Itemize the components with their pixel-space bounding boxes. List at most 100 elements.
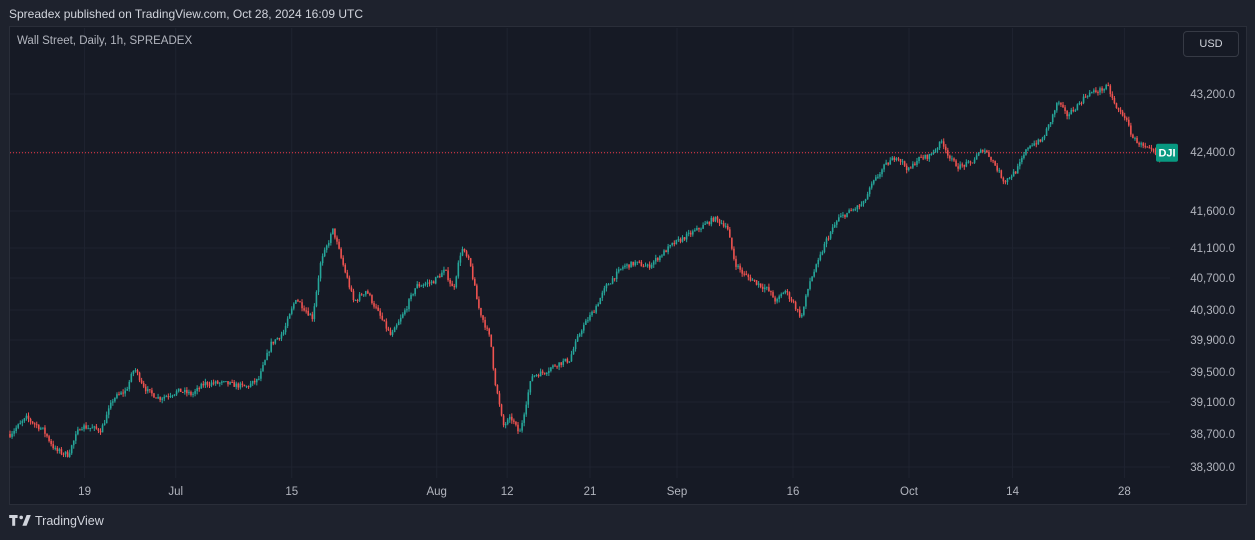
candle-body [971, 162, 974, 164]
candle-body [739, 265, 741, 270]
candle-body [54, 447, 57, 449]
candle-body [981, 150, 984, 152]
x-tick-label: 19 [78, 486, 91, 498]
price-chart[interactable]: 43,200.0 42,400.0 41,600.0 41,100.0 40,700.0… [0, 0, 1255, 540]
candle-body [112, 401, 114, 403]
candle-body [91, 427, 94, 429]
candle-body [1115, 103, 1118, 108]
candle-body [798, 309, 801, 317]
candle-body [838, 217, 840, 222]
candle-body [473, 279, 476, 286]
x-tick-label: Oct [900, 486, 919, 498]
candle-body [208, 384, 211, 386]
candle-body [636, 261, 639, 263]
candle-body [774, 297, 776, 302]
candle-body [1074, 110, 1077, 112]
candle-body [550, 367, 552, 371]
candle-body [694, 230, 696, 232]
candle-body [599, 298, 602, 305]
candle-body [307, 310, 310, 316]
candle-body [284, 326, 287, 333]
candle-body [443, 269, 445, 273]
candle-body [79, 429, 81, 431]
candle-body [807, 288, 809, 296]
candle-body [336, 237, 338, 242]
candle-body [517, 424, 519, 432]
candle-body [782, 292, 785, 295]
candle-body [83, 425, 85, 430]
candle-body [735, 258, 737, 267]
x-axis: 19 Jul 15 Aug 12 21 Sep 16 Oct 14 28 [78, 486, 1131, 498]
candle-body [936, 148, 939, 150]
candle-body [1136, 137, 1138, 144]
candle-body [615, 271, 618, 280]
candle-body [796, 309, 799, 311]
candle-body [743, 273, 746, 275]
candle-body [358, 294, 361, 301]
candle-body [42, 427, 44, 429]
candle-body [344, 264, 347, 273]
candle-body [630, 261, 632, 268]
candle-body [955, 160, 957, 167]
candle-body [975, 155, 978, 160]
candle-body [27, 415, 30, 419]
candle-body [1056, 103, 1058, 111]
candle-body [570, 354, 573, 362]
candle-body [1111, 94, 1114, 99]
candle-body [506, 419, 509, 424]
candle-body [346, 272, 349, 278]
candle-body [609, 283, 612, 285]
candle-body [439, 276, 441, 278]
candle-body [469, 258, 472, 267]
candle-body [930, 153, 933, 155]
candle-body [227, 381, 229, 385]
candle-body [332, 228, 334, 235]
candle-body [858, 205, 861, 207]
candle-body [681, 237, 684, 242]
candle-body [17, 424, 20, 428]
candle-body [926, 154, 929, 159]
candle-body [652, 261, 655, 265]
candle-body [1012, 171, 1015, 177]
candle-body [395, 325, 398, 328]
candle-body [726, 225, 729, 230]
candle-body [216, 381, 219, 384]
candle-body [330, 234, 332, 243]
candle-body [381, 315, 384, 320]
candle-body [383, 319, 386, 322]
candle-body [747, 274, 750, 278]
candle-body [535, 375, 538, 377]
candle-body [480, 307, 482, 316]
candle-body [122, 392, 124, 394]
candle-body [846, 212, 848, 218]
candle-body [998, 170, 1001, 172]
candle-body [712, 217, 715, 222]
candle-body [840, 215, 842, 218]
candle-body [140, 380, 143, 384]
candle-body [70, 445, 73, 454]
candle-body [1101, 88, 1103, 91]
candle-body [617, 269, 620, 272]
candle-body [1142, 143, 1145, 146]
candle-body [434, 277, 437, 284]
candle-body [1076, 104, 1079, 111]
candle-body [255, 378, 258, 383]
candle-body [270, 341, 272, 352]
candle-body [887, 162, 889, 165]
candle-body [920, 156, 922, 158]
currency-button[interactable]: USD [1183, 31, 1239, 57]
candle-body [23, 418, 26, 422]
candle-body [430, 281, 433, 283]
candle-body [233, 382, 235, 387]
candle-body [305, 310, 307, 312]
candle-body [13, 430, 15, 434]
candle-body [1066, 110, 1068, 117]
candle-body [290, 308, 293, 314]
candle-body [1025, 149, 1027, 155]
candle-body [842, 214, 844, 216]
candle-body [580, 330, 583, 335]
candle-body [214, 381, 217, 384]
candle-body [46, 433, 48, 437]
candle-body [784, 290, 787, 293]
candle-body [404, 310, 406, 315]
